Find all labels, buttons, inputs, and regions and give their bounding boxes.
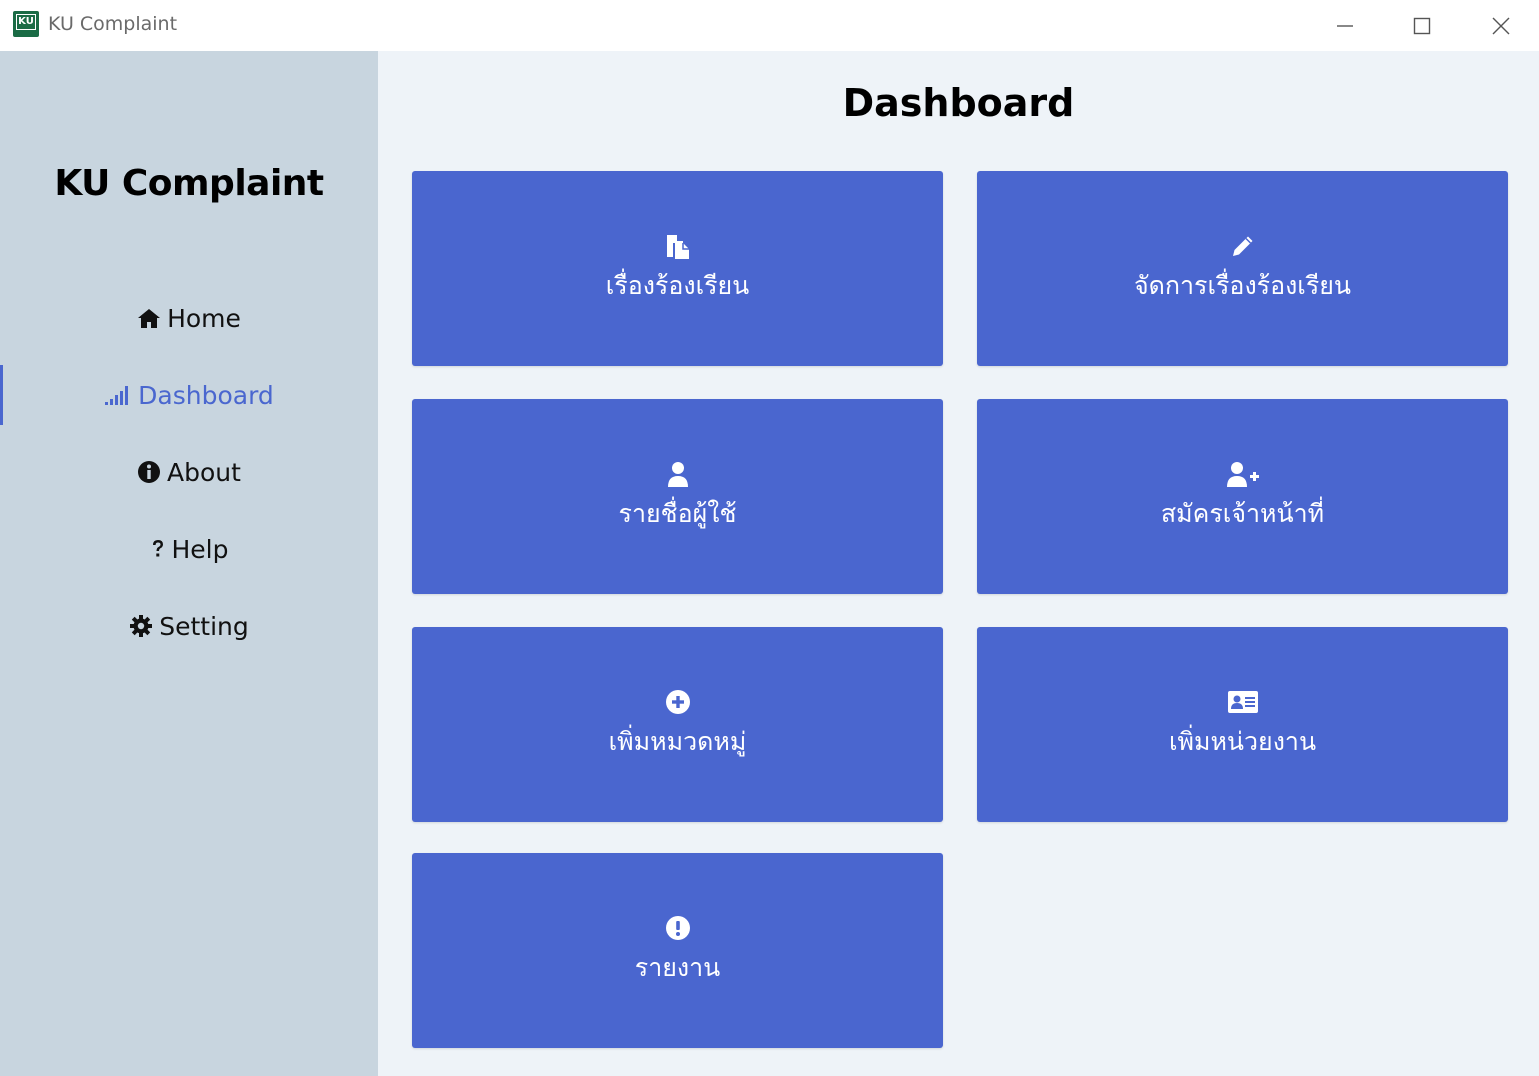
exclamation-circle-icon [665, 914, 691, 942]
tile-add-category[interactable]: เพิ่มหมวดหมู่ [412, 627, 943, 822]
pencil-icon [1229, 232, 1257, 260]
tile-report[interactable]: รายงาน [412, 853, 943, 1048]
app-logo-icon: KU [13, 11, 39, 37]
tile-label: เรื่องร้องเรียน [605, 270, 750, 300]
user-plus-icon [1226, 460, 1260, 488]
page-title: Dashboard [842, 81, 1075, 125]
signal-bars-icon [104, 384, 132, 406]
tile-label: จัดการเรื่องร้องเรียน [1133, 270, 1352, 300]
tile-complaints[interactable]: เรื่องร้องเรียน [412, 171, 943, 366]
tile-add-department[interactable]: เพิ่มหน่วยงาน [977, 627, 1508, 822]
sidebar-item-label: Dashboard [138, 380, 274, 410]
minimize-button[interactable] [1313, 0, 1377, 51]
tile-manage-complaints[interactable]: จัดการเรื่องร้องเรียน [977, 171, 1508, 366]
window-title: KU Complaint [48, 13, 178, 35]
minimize-icon [1337, 24, 1353, 27]
sidebar-brand: KU Complaint [54, 163, 324, 204]
close-button[interactable] [1469, 0, 1533, 51]
close-icon [1492, 17, 1510, 34]
sidebar-item-label: Home [167, 303, 241, 333]
home-icon [137, 307, 161, 329]
tile-user-list[interactable]: รายชื่อผู้ใช้ [412, 399, 943, 594]
copy-document-icon [664, 232, 692, 260]
gear-icon [129, 614, 153, 638]
title-bar: KU KU Complaint [0, 0, 1539, 51]
plus-circle-icon [665, 688, 691, 716]
sidebar-item-setting[interactable]: Setting [0, 596, 378, 656]
sidebar-item-dashboard[interactable]: Dashboard [0, 365, 378, 425]
sidebar-item-home[interactable]: Home [0, 288, 378, 348]
tile-label: สมัครเจ้าหน้าที่ [1160, 498, 1325, 528]
tile-label: เพิ่มหมวดหมู่ [608, 726, 747, 756]
main-content: Dashboard เรื่องร้องเรียน จัดการเรื่องร้… [378, 51, 1539, 1076]
maximize-icon [1413, 17, 1431, 34]
tile-register-staff[interactable]: สมัครเจ้าหน้าที่ [977, 399, 1508, 594]
tile-label: รายงาน [634, 952, 721, 982]
tile-label: เพิ่มหน่วยงาน [1168, 726, 1317, 756]
sidebar-item-label: Help [171, 534, 229, 564]
sidebar-item-help[interactable]: Help [0, 519, 378, 579]
sidebar-item-label: About [167, 457, 241, 487]
question-icon [150, 538, 166, 560]
sidebar: KU Complaint Home Dashboard About Help S… [0, 51, 378, 1076]
maximize-button[interactable] [1390, 0, 1454, 51]
sidebar-item-label: Setting [159, 611, 249, 641]
user-icon [666, 460, 690, 488]
tile-label: รายชื่อผู้ใช้ [618, 498, 737, 528]
id-card-icon [1227, 688, 1259, 716]
info-circle-icon [137, 460, 161, 484]
sidebar-item-about[interactable]: About [0, 442, 378, 502]
